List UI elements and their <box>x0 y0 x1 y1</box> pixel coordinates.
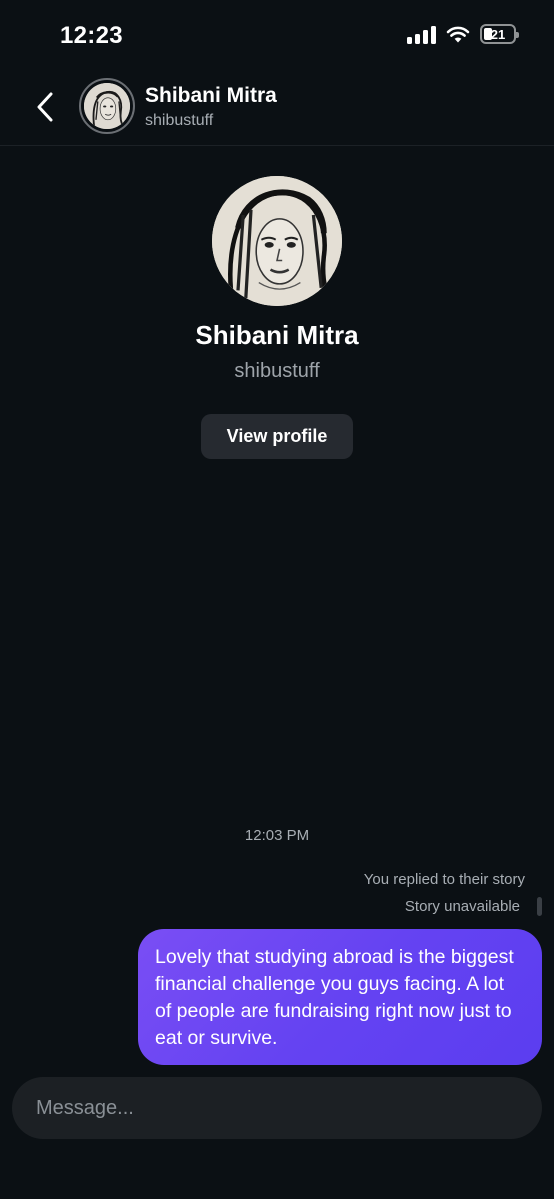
view-profile-button[interactable]: View profile <box>201 414 353 459</box>
chat-header: Shibani Mitra shibustuff <box>0 70 554 146</box>
battery-icon: 21 <box>480 24 519 44</box>
header-avatar[interactable] <box>79 78 135 134</box>
chevron-left-icon <box>37 92 53 122</box>
avatar-image <box>84 83 130 129</box>
header-name[interactable]: Shibani Mitra <box>145 84 277 108</box>
signal-icon <box>407 24 436 44</box>
header-username: shibustuff <box>145 112 214 129</box>
profile-name: Shibani Mitra <box>195 320 359 350</box>
status-bar: 12:23 21 <box>0 0 554 70</box>
battery-level: 21 <box>490 26 506 42</box>
message-composer <box>12 1077 542 1139</box>
status-icons: 21 <box>407 24 519 44</box>
back-button[interactable] <box>30 90 60 124</box>
message-input[interactable] <box>36 1096 542 1120</box>
profile-username: shibustuff <box>234 360 320 382</box>
story-indicator-bar <box>537 897 542 916</box>
status-time: 12:23 <box>60 22 123 49</box>
outgoing-message-bubble[interactable]: Lovely that studying abroad is the bigge… <box>138 929 542 1065</box>
profile-avatar[interactable] <box>212 176 342 306</box>
message-timestamp: 12:03 PM <box>244 827 310 844</box>
wifi-icon <box>446 25 470 43</box>
story-unavailable-label[interactable]: Story unavailable <box>405 898 520 915</box>
message-text: Lovely that studying abroad is the bigge… <box>155 946 514 1049</box>
story-reply-note: You replied to their story <box>363 871 525 888</box>
